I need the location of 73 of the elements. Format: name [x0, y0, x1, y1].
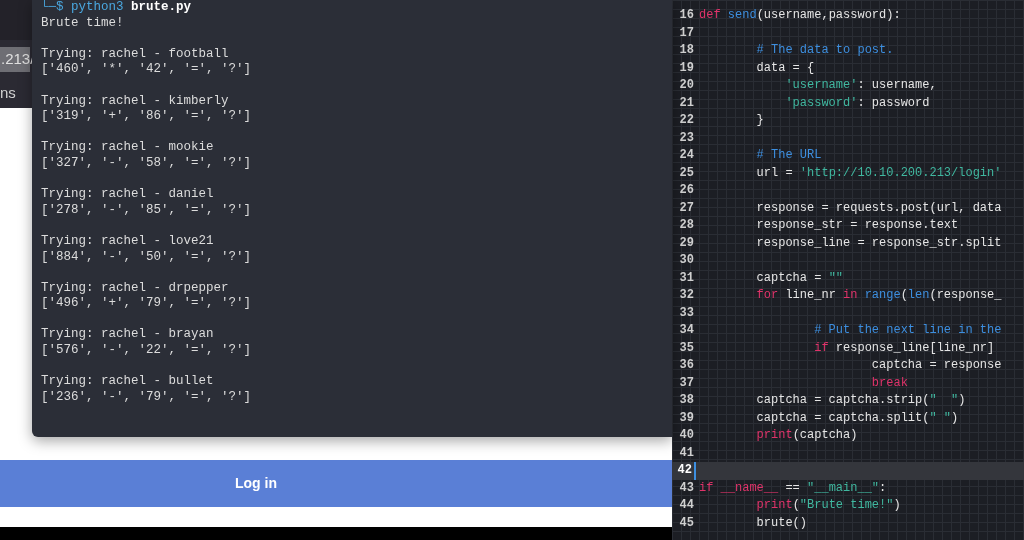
line-number: 29 [678, 234, 695, 252]
line-number: 26 [678, 182, 695, 199]
code-line: } [755, 112, 764, 129]
line-number: 37 [678, 374, 695, 392]
terminal-output-line: Trying: rachel - brayan [41, 327, 214, 344]
code-line: response_str = response.text [755, 217, 959, 234]
line-number: 40 [678, 427, 695, 444]
code-line: response_line = response_str.split [755, 234, 1002, 252]
terminal-output-line: ['884', '-', '50', '=', '?'] [41, 249, 252, 266]
line-number: 38 [678, 392, 695, 409]
line-number: 43 [678, 479, 695, 497]
terminal-output-line: ['327', '-', '58', '=', '?'] [41, 155, 252, 172]
code-line: if __name__ == "__main__": [698, 479, 887, 497]
code-line: response = requests.post(url, data [755, 199, 1002, 217]
login-button[interactable]: Log in [0, 460, 672, 507]
terminal-output-line: Trying: rachel - football [41, 46, 229, 63]
line-number: 33 [678, 304, 695, 322]
code-line: data = { [755, 59, 815, 77]
code-line: captcha = "" [755, 269, 844, 287]
line-number: 32 [678, 287, 695, 304]
terminal-output-line: Trying: rachel - bullet [41, 374, 214, 390]
code-line: print("Brute time!") [755, 497, 901, 514]
code-line: captcha = captcha.strip(" ") [755, 392, 966, 409]
terminal-output-line: Trying: rachel - drpepper [41, 280, 229, 297]
terminal-output-line: Trying: rachel - love21 [41, 233, 214, 250]
line-number: 21 [678, 94, 695, 112]
line-number: 44 [678, 497, 695, 514]
terminal-output-line: Trying: rachel - mookie [41, 140, 214, 156]
line-number: 25 [678, 164, 695, 182]
bookmark-link[interactable]: ns [0, 81, 16, 105]
terminal-output-line: ['236', '-', '79', '=', '?'] [41, 389, 252, 406]
code-line: 'username': username, [784, 77, 937, 94]
line-number: 20 [678, 77, 695, 94]
line-number: 22 [678, 112, 695, 129]
line-number: 34 [678, 322, 695, 339]
line-number: 27 [678, 199, 695, 217]
code-line: if response_line[line_nr] [813, 339, 995, 357]
line-number: 35 [678, 339, 695, 357]
code-line: break [870, 374, 908, 392]
code-line: # The URL [755, 147, 822, 164]
line-number: 36 [678, 357, 695, 374]
code-line: captcha = captcha.split(" ") [755, 409, 959, 427]
terminal-output-line: ['460', '*', '42', '=', '?'] [41, 62, 252, 78]
line-number: 41 [678, 444, 695, 462]
line-number: 17 [678, 24, 695, 42]
line-number: 42 [672, 462, 696, 480]
code-line: url = 'http://10.10.200.213/login' [755, 164, 1002, 182]
line-number: 30 [678, 252, 695, 269]
line-number: 31 [678, 269, 695, 287]
code-line: # Put the next line in the [813, 322, 1002, 339]
terminal-output-line: ['496', '+', '79', '=', '?'] [41, 296, 252, 312]
terminal-output-line: Brute time! [41, 15, 124, 32]
line-number: 19 [678, 59, 695, 77]
code-line: for line_nr in range(len(response_ [755, 287, 1002, 304]
line-number: 39 [678, 409, 695, 427]
line-number: 24 [678, 147, 695, 164]
terminal-output-line: ['319', '+', '86', '=', '?'] [41, 109, 252, 125]
code-line: brute() [755, 514, 808, 532]
line-number: 16 [678, 7, 695, 24]
line-number: 18 [678, 42, 695, 59]
line-number: 45 [678, 514, 695, 532]
code-line: def send(username,password): [698, 7, 901, 24]
code-line: 'password': password [784, 94, 930, 112]
terminal-output-line: Trying: rachel - daniel [41, 187, 214, 203]
code-line: # The data to post. [755, 42, 894, 59]
terminal-output-line: ['576', '-', '22', '=', '?'] [41, 343, 252, 359]
code-line: print(captcha) [755, 427, 858, 444]
code-line: captcha = response [870, 357, 1002, 374]
line-number: 28 [678, 217, 695, 234]
terminal-output-line: ['278', '-', '85', '=', '?'] [41, 202, 252, 219]
terminal-prompt: └─$ python3 brute.py [41, 0, 192, 16]
terminal-output-line: Trying: rachel - kimberly [41, 93, 229, 110]
line-number: 23 [678, 129, 695, 147]
